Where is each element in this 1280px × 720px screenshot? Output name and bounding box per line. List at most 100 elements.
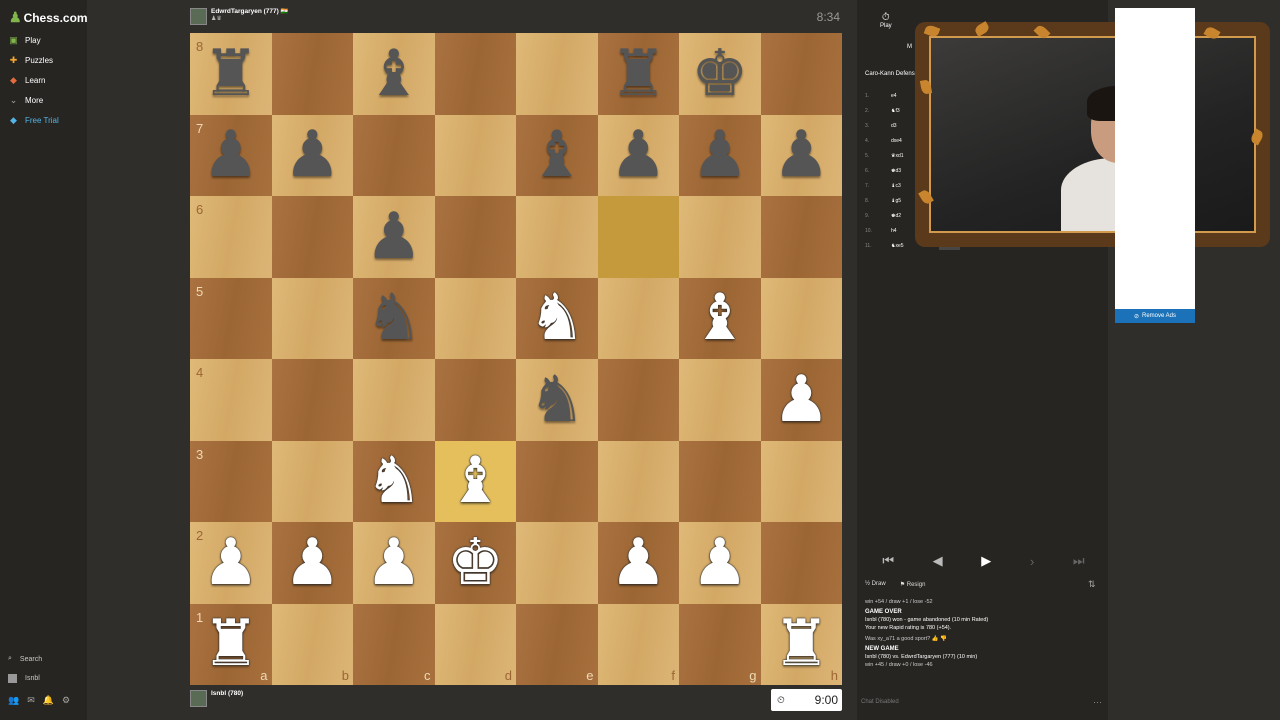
- square-h2[interactable]: [760, 522, 842, 604]
- white-bishop-icon[interactable]: ♝: [679, 278, 761, 360]
- play-icon[interactable]: ▶: [981, 553, 991, 569]
- square-h6[interactable]: [760, 196, 842, 278]
- square-f5[interactable]: [597, 277, 679, 359]
- square-a8[interactable]: 8 ♜: [190, 33, 272, 115]
- top-player-avatar[interactable]: [190, 8, 207, 25]
- white-pawn-icon[interactable]: ♟: [272, 522, 354, 604]
- square-d6[interactable]: [434, 196, 516, 278]
- square-h3[interactable]: [760, 440, 842, 522]
- black-pawn-icon[interactable]: ♟: [272, 115, 354, 197]
- black-rook-icon[interactable]: ♜: [598, 33, 680, 115]
- square-d5[interactable]: [434, 277, 516, 359]
- square-g2[interactable]: ♟: [679, 522, 761, 604]
- chess-com-logo[interactable]: ♟ Chess.com: [9, 9, 88, 26]
- square-e8[interactable]: [516, 33, 598, 115]
- tab-play[interactable]: ⏱ Play: [880, 12, 892, 29]
- white-pawn-icon[interactable]: ♟: [679, 522, 761, 604]
- resign-button[interactable]: ⚑ Resign: [900, 581, 926, 588]
- square-a4[interactable]: 4: [190, 359, 272, 441]
- first-move-icon[interactable]: ⏮: [882, 553, 894, 569]
- white-king-icon[interactable]: ♚: [435, 522, 517, 604]
- white-pawn-icon[interactable]: ♟: [761, 359, 843, 441]
- square-a2[interactable]: 2 ♟: [190, 522, 272, 604]
- white-knight-icon[interactable]: ♞: [516, 278, 598, 360]
- square-b8[interactable]: [271, 33, 353, 115]
- square-g4[interactable]: [679, 359, 761, 441]
- white-pawn-icon[interactable]: ♟: [353, 522, 435, 604]
- square-c5[interactable]: ♞: [353, 277, 435, 359]
- white-knight-icon[interactable]: ♞: [353, 441, 435, 523]
- tab-more[interactable]: M: [907, 44, 912, 50]
- last-move-icon[interactable]: ⏭: [1073, 553, 1085, 569]
- square-f7[interactable]: ♟: [597, 114, 679, 196]
- square-b4[interactable]: [271, 359, 353, 441]
- square-g7[interactable]: ♟: [679, 114, 761, 197]
- previous-move-icon[interactable]: ◀: [933, 553, 943, 569]
- square-f8[interactable]: ♜: [597, 33, 680, 115]
- square-d7[interactable]: [434, 114, 516, 196]
- bell-icon[interactable]: 🔔: [43, 695, 54, 706]
- thumbs-up-icon[interactable]: 👍: [932, 636, 939, 642]
- sidebar-item-more[interactable]: ⌄ More: [8, 95, 44, 106]
- white-rook-icon[interactable]: ♜: [761, 604, 843, 686]
- square-c4[interactable]: [353, 359, 435, 441]
- black-pawn-icon[interactable]: ♟: [679, 115, 761, 197]
- remove-ads-button[interactable]: ⊘ Remove Ads: [1115, 309, 1195, 323]
- ad-banner[interactable]: [1115, 8, 1195, 322]
- sidebar-item-free-trial[interactable]: ◆ Free Trial: [8, 115, 59, 126]
- square-e7[interactable]: ♝: [516, 114, 598, 196]
- flip-board-icon[interactable]: ⇅: [1088, 579, 1096, 590]
- white-bishop-icon[interactable]: ♝: [435, 441, 517, 523]
- sidebar-search[interactable]: ⌕ Search: [8, 655, 42, 663]
- square-a7[interactable]: 7 ♟: [190, 114, 272, 197]
- opening-name[interactable]: Caro-Kann Defense: [865, 71, 918, 77]
- square-f1[interactable]: f: [597, 603, 679, 685]
- square-g6[interactable]: [679, 196, 761, 278]
- square-c7[interactable]: [353, 114, 435, 196]
- square-c6[interactable]: ♟: [353, 196, 435, 278]
- black-pawn-icon[interactable]: ♟: [761, 115, 843, 197]
- friends-icon[interactable]: 👥: [8, 695, 19, 706]
- square-b5[interactable]: [271, 277, 353, 359]
- thumbs-down-icon[interactable]: 👎: [940, 636, 947, 642]
- chess-board[interactable]: 8 ♜ ♝ ♜ ♚ 7 ♟ ♟ ♝ ♟ ♟ ♟ 6 ♟ 5 ♞ ♞ ♝ 4 ♞ ♟ 3 ♞ ♝ 2 ♟ ♟ ♟ ♚ ♟ ♟ 1 a ♜ b c d e f g…: [190, 33, 842, 685]
- square-d2[interactable]: ♚: [434, 522, 517, 604]
- black-knight-icon[interactable]: ♞: [516, 359, 598, 441]
- next-move-icon[interactable]: ›: [1030, 554, 1034, 569]
- square-b7[interactable]: ♟: [271, 114, 354, 197]
- square-h5[interactable]: [760, 277, 842, 359]
- square-c2[interactable]: ♟: [353, 522, 435, 604]
- square-b6[interactable]: [271, 196, 353, 278]
- square-f3[interactable]: [597, 440, 679, 522]
- sidebar-item-puzzles[interactable]: ✚ Puzzles: [8, 55, 53, 66]
- square-f2[interactable]: ♟: [597, 522, 680, 604]
- white-rook-icon[interactable]: ♜: [190, 604, 272, 686]
- square-g1[interactable]: g: [679, 603, 761, 685]
- black-bishop-icon[interactable]: ♝: [353, 33, 435, 115]
- square-b2[interactable]: ♟: [271, 522, 354, 604]
- square-d8[interactable]: [434, 33, 516, 115]
- square-f6[interactable]: [597, 196, 679, 278]
- square-c3[interactable]: ♞: [353, 440, 435, 523]
- bottom-player-avatar[interactable]: [190, 690, 207, 707]
- square-b1[interactable]: b: [271, 603, 353, 685]
- square-e3[interactable]: [516, 440, 598, 522]
- black-king-icon[interactable]: ♚: [679, 33, 761, 115]
- white-pawn-icon[interactable]: ♟: [190, 522, 272, 604]
- square-g8[interactable]: ♚: [679, 33, 761, 115]
- square-c8[interactable]: ♝: [353, 33, 435, 115]
- square-e6[interactable]: [516, 196, 598, 278]
- square-b3[interactable]: [271, 440, 353, 522]
- square-a6[interactable]: 6: [190, 196, 272, 278]
- sidebar-item-learn[interactable]: ◆ Learn: [8, 75, 45, 86]
- black-pawn-icon[interactable]: ♟: [353, 196, 435, 278]
- white-pawn-icon[interactable]: ♟: [598, 522, 680, 604]
- square-a5[interactable]: 5: [190, 277, 272, 359]
- black-pawn-icon[interactable]: ♟: [190, 115, 272, 197]
- sidebar-user[interactable]: Isnbl: [8, 674, 40, 683]
- sidebar-item-play[interactable]: ▣ Play: [8, 35, 40, 46]
- mail-icon[interactable]: ✉: [27, 695, 35, 706]
- bottom-player-name[interactable]: Isnbl (780): [211, 690, 243, 697]
- square-a1[interactable]: 1 a ♜: [190, 603, 272, 686]
- square-a3[interactable]: 3: [190, 440, 272, 522]
